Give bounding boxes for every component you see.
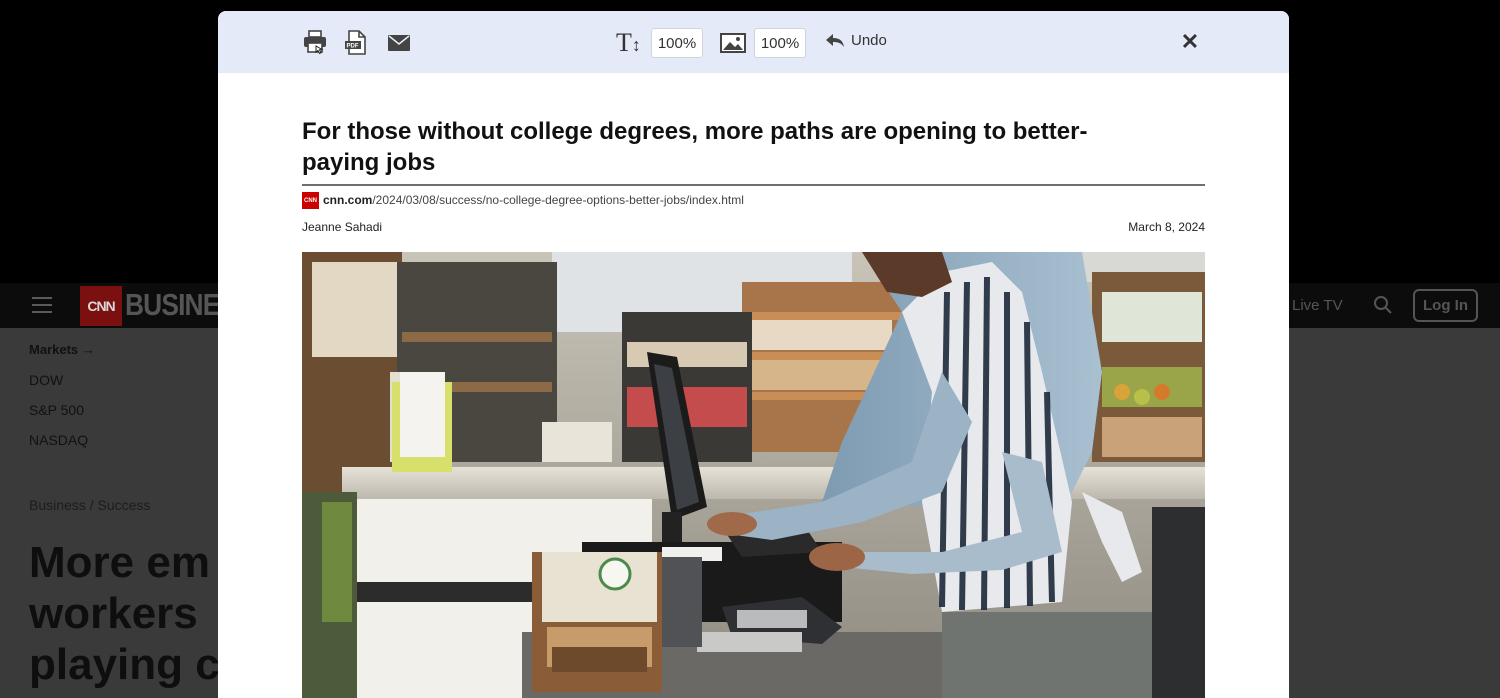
text-size-icon[interactable]: T↕ <box>616 28 641 60</box>
cnn-source-icon: CNN <box>302 192 319 209</box>
cnn-logo[interactable]: CNN <box>80 286 122 326</box>
reader-toolbar: PDF T↕ 100% 100% Undo ✕ <box>218 11 1289 73</box>
print-icon[interactable] <box>302 30 328 56</box>
email-icon[interactable] <box>386 30 412 56</box>
search-icon[interactable] <box>1373 295 1393 315</box>
source-url[interactable]: cnn.com/2024/03/08/success/no-college-de… <box>323 193 744 207</box>
article-title: For those without college degrees, more … <box>302 118 1088 176</box>
article-date: March 8, 2024 <box>1128 220 1205 234</box>
hamburger-menu-icon[interactable] <box>32 297 52 313</box>
article-author: Jeanne Sahadi <box>302 220 383 234</box>
market-item-dow[interactable]: DOW <box>29 372 63 388</box>
live-tv-link[interactable]: Live TV <box>1292 297 1343 314</box>
image-size-input[interactable]: 100% <box>754 28 806 58</box>
reader-modal: PDF T↕ 100% 100% Undo ✕ For those withou… <box>218 11 1289 698</box>
screen: CNN BUSINESS Live TV Log In Markets → DO… <box>0 0 1500 698</box>
markets-heading[interactable]: Markets → <box>29 342 95 357</box>
pdf-icon[interactable]: PDF <box>343 30 369 56</box>
undo-button[interactable]: Undo <box>825 32 887 49</box>
image-size-icon[interactable] <box>720 30 746 56</box>
source-domain: cnn.com <box>323 193 373 207</box>
market-item-sp500[interactable]: S&P 500 <box>29 402 84 418</box>
close-icon[interactable]: ✕ <box>1179 31 1201 53</box>
article-hero-image <box>302 252 1205 698</box>
text-size-input[interactable]: 100% <box>651 28 703 58</box>
svg-text:PDF: PDF <box>347 44 359 50</box>
background-headline: More em workers playing c <box>29 538 220 689</box>
source-path: /2024/03/08/success/no-college-degree-op… <box>372 193 744 207</box>
market-item-nasdaq[interactable]: NASDAQ <box>29 432 88 448</box>
title-divider <box>302 184 1205 186</box>
undo-icon <box>826 33 844 47</box>
undo-label: Undo <box>851 32 887 49</box>
breadcrumb[interactable]: Business / Success <box>29 497 150 513</box>
login-button[interactable]: Log In <box>1413 289 1478 322</box>
